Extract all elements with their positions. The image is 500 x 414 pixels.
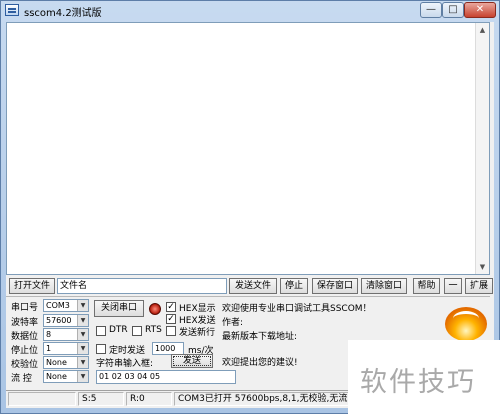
send-file-button[interactable]: 发送文件 xyxy=(229,278,277,294)
send-button[interactable]: 发送 xyxy=(171,354,213,368)
info-download: 最新版本下载地址: xyxy=(222,332,298,342)
databits-select-value: 8 xyxy=(46,330,52,339)
hex-display-checkbox[interactable]: ✓ xyxy=(166,302,176,312)
baud-select[interactable]: 57600 ▼ xyxy=(43,314,89,327)
receive-display[interactable] xyxy=(6,22,490,275)
file-path-input[interactable]: 文件名 xyxy=(57,278,227,294)
send-newline-label: 发送新行 xyxy=(179,328,216,338)
sscom-logo-icon xyxy=(445,307,487,341)
chevron-down-icon: ▼ xyxy=(77,315,88,326)
chevron-down-icon: ▼ xyxy=(77,343,88,354)
databits-label: 数据位 xyxy=(11,332,39,342)
chevron-down-icon: ▼ xyxy=(77,300,88,311)
watermark-text: 软件技巧 xyxy=(360,367,476,398)
scroll-down-arrow-icon[interactable]: ▼ xyxy=(476,260,489,274)
chevron-down-icon: ▼ xyxy=(77,329,88,340)
app-icon xyxy=(5,4,19,16)
help-button[interactable]: 帮助 xyxy=(413,278,440,294)
string-input-label: 字符串输入框: xyxy=(96,359,154,369)
rts-checkbox[interactable] xyxy=(132,326,142,336)
close-button[interactable]: ✕ xyxy=(464,2,496,18)
port-select-value: COM3 xyxy=(46,301,70,310)
flow-select[interactable]: None ▼ xyxy=(43,370,89,383)
send-count: S:5 xyxy=(78,392,124,406)
timed-send-label: 定时发送 xyxy=(109,346,146,356)
port-status-led-icon xyxy=(149,303,161,315)
databits-select[interactable]: 8 ▼ xyxy=(43,328,89,341)
parity-select-value: None xyxy=(46,358,67,367)
receive-scrollbar[interactable]: ▲ ▼ xyxy=(475,23,489,274)
flow-select-value: None xyxy=(46,372,67,381)
window-title: sscom4.2测试版 xyxy=(24,8,102,19)
receive-count: R:0 xyxy=(126,392,172,406)
dtr-checkbox[interactable] xyxy=(96,326,106,336)
maximize-button[interactable]: □ xyxy=(442,2,464,18)
clear-window-button[interactable]: 清除窗口 xyxy=(361,278,407,294)
close-port-button[interactable]: 关闭串口 xyxy=(94,300,144,317)
minimize-button[interactable]: — xyxy=(420,2,442,18)
scroll-up-arrow-icon[interactable]: ▲ xyxy=(476,23,489,37)
info-welcome: 欢迎使用专业串口调试工具SSCOM！ xyxy=(222,304,372,314)
hex-send-checkbox[interactable]: ✓ xyxy=(166,314,176,324)
send-text-input[interactable]: 01 02 03 04 05 xyxy=(96,370,236,384)
rts-label: RTS xyxy=(145,325,162,335)
open-file-button[interactable]: 打开文件 xyxy=(9,278,55,294)
parity-label: 校验位 xyxy=(11,360,39,370)
stopbits-select-value: 1 xyxy=(46,344,52,353)
port-status-text: COM3已打开 57600bps,8,1,无校验,无流 xyxy=(174,392,354,406)
timed-send-checkbox[interactable] xyxy=(96,344,106,354)
send-newline-checkbox[interactable] xyxy=(166,326,176,336)
baud-label: 波特率 xyxy=(11,318,39,328)
collapse-button[interactable]: 一 xyxy=(444,278,462,294)
save-window-button[interactable]: 保存窗口 xyxy=(312,278,358,294)
port-select[interactable]: COM3 ▼ xyxy=(43,299,89,312)
stopbits-label: 停止位 xyxy=(11,346,39,356)
chevron-down-icon: ▼ xyxy=(77,371,88,382)
info-feedback: 欢迎提出您的建议! xyxy=(222,358,298,368)
info-author: 作者: xyxy=(222,318,244,328)
expand-button[interactable]: 扩展 xyxy=(465,278,493,294)
parity-select[interactable]: None ▼ xyxy=(43,356,89,369)
stop-button[interactable]: 停止 xyxy=(280,278,308,294)
port-label: 串口号 xyxy=(11,303,39,313)
baud-select-value: 57600 xyxy=(46,316,72,325)
dtr-label: DTR xyxy=(109,325,128,335)
flow-label: 流 控 xyxy=(11,374,32,384)
statusbar-blank xyxy=(8,392,76,406)
chevron-down-icon: ▼ xyxy=(77,357,88,368)
stopbits-select[interactable]: 1 ▼ xyxy=(43,342,89,355)
